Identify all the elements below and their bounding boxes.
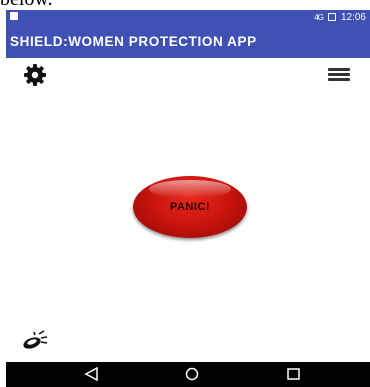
- panic-button[interactable]: PANIC!: [133, 176, 247, 238]
- notification-icon: [10, 12, 18, 20]
- status-time: 12:06: [340, 11, 366, 23]
- recents-square-icon[interactable]: [274, 362, 314, 387]
- status-indicators: 4G 12:06: [314, 10, 366, 24]
- shake-sensor-icon[interactable]: [22, 330, 48, 350]
- app-title: SHIELD:WOMEN PROTECTION APP: [10, 33, 257, 49]
- hamburger-menu-icon[interactable]: [328, 68, 350, 82]
- phone-screen: 4G 12:06 SHIELD:WOMEN PROTECTION APP PAN…: [6, 10, 370, 387]
- app-bar: SHIELD:WOMEN PROTECTION APP: [6, 24, 370, 58]
- panic-button-label: PANIC!: [169, 201, 211, 213]
- status-bar: 4G 12:06: [6, 10, 370, 24]
- main-content: PANIC!: [6, 58, 370, 362]
- signal-icon: 4G: [314, 12, 324, 22]
- caption-fragment: below.: [0, 0, 60, 10]
- back-triangle-icon[interactable]: [72, 362, 112, 387]
- battery-icon: [327, 13, 336, 21]
- navigation-bar: [6, 362, 370, 387]
- gear-icon[interactable]: [23, 63, 47, 87]
- home-circle-icon[interactable]: [172, 362, 212, 387]
